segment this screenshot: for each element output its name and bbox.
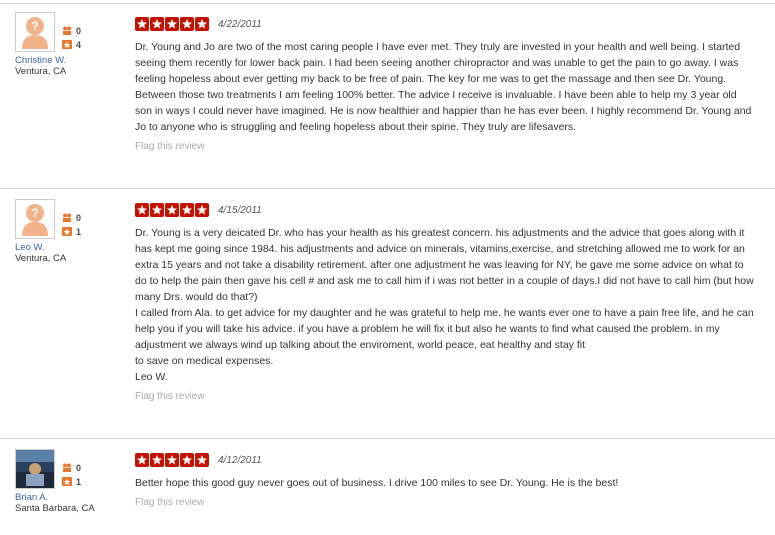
default-person-icon: ? — [22, 17, 48, 49]
flag-review-link[interactable]: Flag this review — [135, 497, 755, 508]
review-text: Better hope this good guy never goes out… — [135, 477, 619, 489]
user-stats: 0 1 — [62, 211, 81, 239]
user-avatar[interactable]: ? — [15, 199, 55, 239]
review-text: Dr. Young is a very deicated Dr. who has… — [135, 227, 754, 383]
star-icon — [165, 203, 179, 217]
star-icon — [150, 17, 164, 31]
user-name-link[interactable]: Brian A. — [15, 492, 95, 503]
user-avatar[interactable] — [15, 449, 55, 489]
review-user-block: ? 0 4 Christine W. Ventura, CA — [15, 12, 81, 77]
review-content: 4/15/2011 Dr. Young is a very deicated D… — [135, 203, 755, 402]
flag-review-link[interactable]: Flag this review — [135, 391, 755, 402]
review-text: Dr. Young and Jo are two of the most car… — [135, 41, 752, 133]
friends-icon — [62, 463, 72, 474]
star-icon — [195, 203, 209, 217]
review-date: 4/22/2011 — [218, 18, 262, 30]
review-user-block: ? 0 1 Leo W. Ventura, CA — [15, 199, 81, 264]
star-icon — [135, 203, 149, 217]
star-icon — [165, 453, 179, 467]
review-item: ? 0 1 Leo W. Ventura, CA 4/15/2011 Dr. Y… — [0, 188, 775, 435]
user-location: Ventura, CA — [15, 66, 67, 77]
friend-count: 0 — [62, 24, 81, 38]
friend-count: 0 — [62, 211, 81, 225]
review-count: 1 — [62, 225, 81, 239]
user-name-link[interactable]: Christine W. — [15, 55, 66, 66]
user-avatar[interactable]: ? — [15, 12, 55, 52]
user-stats: 0 1 — [62, 461, 81, 489]
review-count-icon — [62, 39, 72, 51]
review-date: 4/12/2011 — [218, 454, 262, 466]
star-icon — [180, 453, 194, 467]
user-location: Santa Barbara, CA — [15, 503, 95, 514]
star-icon — [195, 17, 209, 31]
flag-review-link[interactable]: Flag this review — [135, 141, 755, 152]
star-icon — [150, 203, 164, 217]
user-stats: 0 4 — [62, 24, 81, 52]
user-photo — [16, 450, 54, 488]
star-icon — [165, 17, 179, 31]
friend-count: 0 — [62, 461, 81, 475]
svg-text:?: ? — [31, 206, 38, 220]
friends-icon — [62, 213, 72, 224]
star-icon — [195, 453, 209, 467]
star-icon — [135, 17, 149, 31]
star-icon — [150, 453, 164, 467]
review-count: 4 — [62, 38, 81, 52]
review-content: 4/22/2011 Dr. Young and Jo are two of th… — [135, 17, 755, 152]
friends-icon — [62, 26, 72, 37]
star-rating: 4/12/2011 — [135, 453, 755, 467]
review-count-icon — [62, 476, 72, 488]
star-icon — [135, 453, 149, 467]
star-icon — [180, 203, 194, 217]
review-count: 1 — [62, 475, 81, 489]
review-date: 4/15/2011 — [218, 204, 262, 216]
user-name-link[interactable]: Leo W. — [15, 242, 66, 253]
review-item: 0 1 Brian A. Santa Barbara, CA 4/12/2011… — [0, 438, 775, 535]
star-rating: 4/22/2011 — [135, 17, 755, 31]
user-location: Ventura, CA — [15, 253, 67, 264]
star-rating: 4/15/2011 — [135, 203, 755, 217]
svg-text:?: ? — [31, 19, 38, 33]
star-icon — [180, 17, 194, 31]
review-user-block: 0 1 Brian A. Santa Barbara, CA — [15, 449, 95, 514]
review-count-icon — [62, 226, 72, 238]
review-item: ? 0 4 Christine W. Ventura, CA 4/22/2011… — [0, 3, 775, 184]
default-person-icon: ? — [22, 204, 48, 236]
review-content: 4/12/2011 Better hope this good guy neve… — [135, 453, 755, 508]
